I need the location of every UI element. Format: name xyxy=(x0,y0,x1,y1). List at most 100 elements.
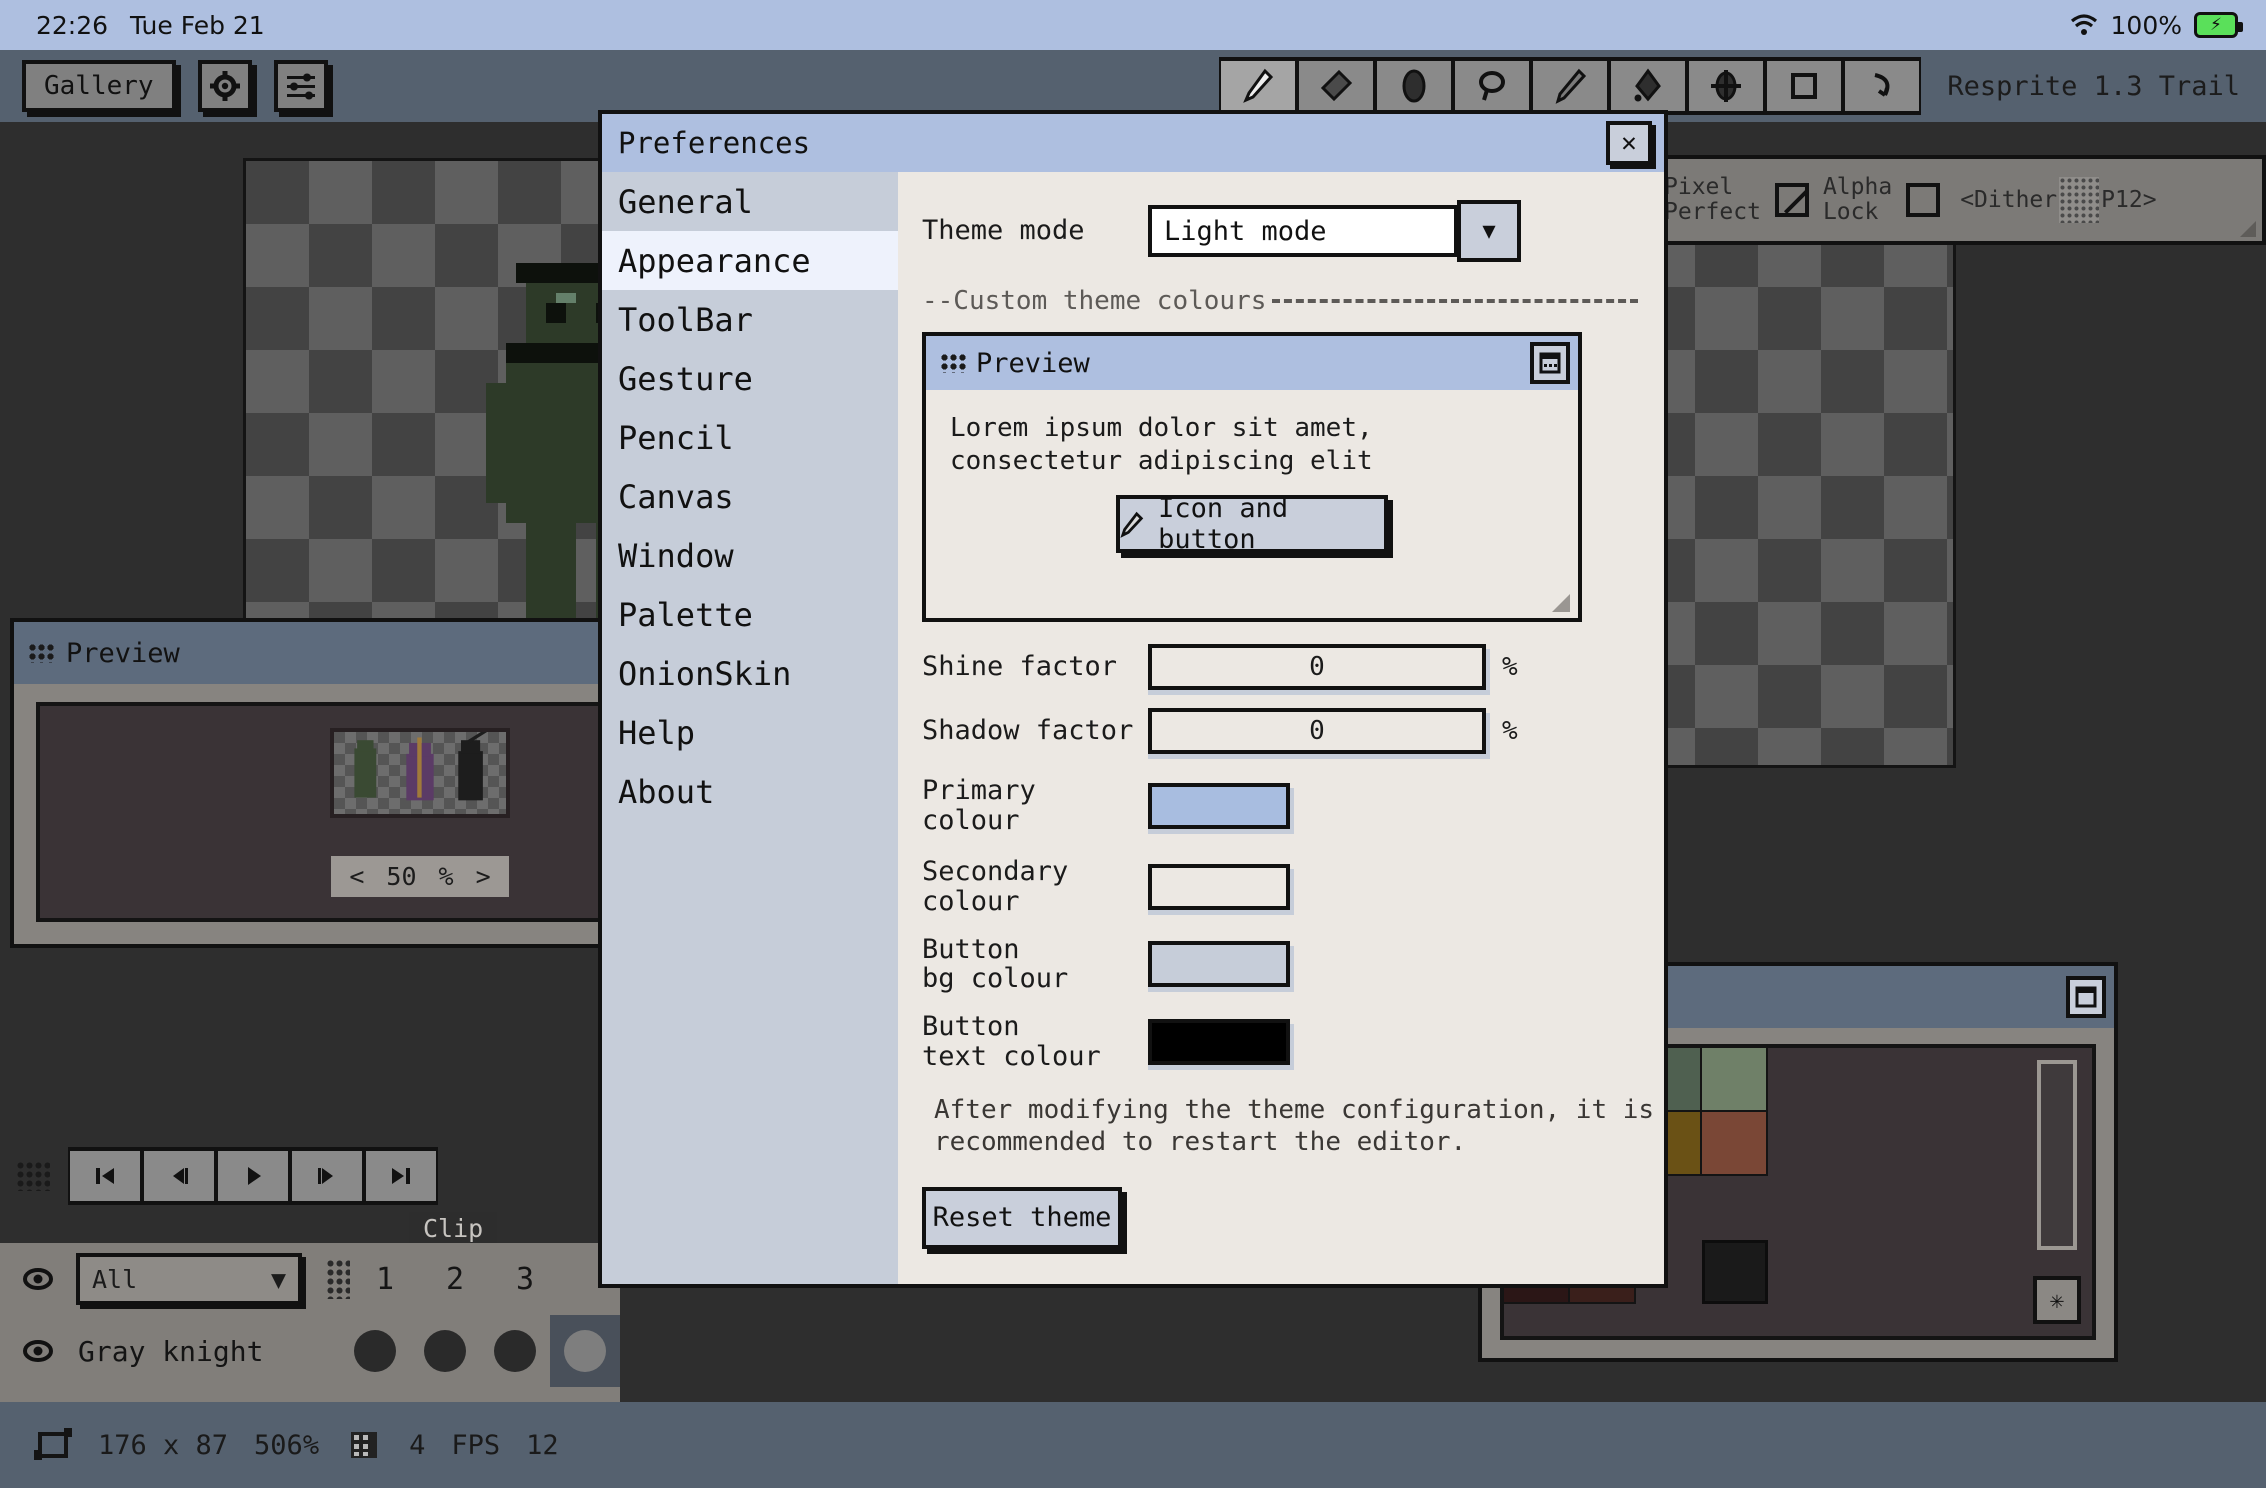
lasso-icon xyxy=(1479,71,1506,101)
undo-tool[interactable] xyxy=(1843,57,1922,115)
playback-grip-icon[interactable] xyxy=(16,1161,50,1191)
resize-grip-icon[interactable] xyxy=(1552,594,1570,612)
theme-mode-label: Theme mode xyxy=(922,215,1085,247)
theme-preview-text: Lorem ipsum dolor sit amet, consectetur … xyxy=(950,413,1373,476)
first-frame-button[interactable] xyxy=(68,1147,142,1205)
pixel-perfect-checkbox[interactable] xyxy=(1774,183,1809,217)
grid-dots-icon[interactable] xyxy=(28,643,54,663)
sidebar-item-about[interactable]: About xyxy=(602,762,898,821)
eraser-tool[interactable] xyxy=(1297,57,1376,115)
timeline-grip-icon[interactable] xyxy=(326,1259,350,1299)
palette-swatch-empty[interactable] xyxy=(1834,1048,1900,1112)
theme-mode-select[interactable]: Light mode xyxy=(1148,205,1458,257)
palette-swatch-empty[interactable] xyxy=(1768,1240,1834,1304)
eraser-icon xyxy=(1321,69,1353,102)
frame-cell[interactable] xyxy=(480,1330,550,1372)
palette-swatch-empty[interactable] xyxy=(1768,1048,1834,1112)
palette-swatch-empty[interactable] xyxy=(1834,1112,1900,1176)
eye-icon xyxy=(23,1268,53,1290)
frame-number[interactable]: 2 xyxy=(420,1262,490,1297)
dither-next-button[interactable]: > xyxy=(2143,187,2157,213)
frame-number[interactable]: 3 xyxy=(490,1262,560,1297)
sidebar-item-window[interactable]: Window xyxy=(602,526,898,585)
dither-pattern-icon[interactable] xyxy=(2059,177,2100,223)
dialog-title: Preferences xyxy=(618,126,811,160)
preview-thumbnail xyxy=(330,727,510,818)
dialog-titlebar[interactable]: Preferences ✕ xyxy=(602,114,1664,172)
shadow-factor-input[interactable]: 0 xyxy=(1148,708,1486,754)
layer-filter-select[interactable]: All ▼ xyxy=(76,1253,302,1305)
palette-swatch-empty[interactable] xyxy=(1768,1176,1834,1240)
last-frame-button[interactable] xyxy=(364,1147,438,1205)
palette-collapse-button[interactable] xyxy=(2066,976,2106,1018)
button-text-colour-swatch[interactable] xyxy=(1148,1018,1290,1065)
sidebar-item-gesture[interactable]: Gesture xyxy=(602,349,898,408)
alpha-lock-checkbox[interactable] xyxy=(1906,183,1941,217)
app-root: 22:26 Tue Feb 21 100% ⚡ Gallery Resprite… xyxy=(0,0,2266,1488)
shine-factor-label: Shine factor xyxy=(922,651,1118,683)
zoom-decrease-button[interactable]: < xyxy=(349,862,364,891)
chevron-down-icon[interactable]: ▼ xyxy=(1457,200,1521,262)
visibility-toggle-all[interactable] xyxy=(22,1266,54,1292)
move-tool[interactable] xyxy=(1687,57,1766,115)
fps-value: 12 xyxy=(526,1429,559,1461)
prev-frame-button[interactable] xyxy=(142,1147,216,1205)
close-icon[interactable]: ✕ xyxy=(1606,121,1652,165)
gallery-button[interactable]: Gallery xyxy=(22,60,176,112)
shadow-factor-label: Shadow factor xyxy=(922,715,1134,747)
reset-theme-button[interactable]: Reset theme xyxy=(922,1186,1122,1249)
canvas-size-icon xyxy=(34,1428,72,1460)
bucket-tool[interactable] xyxy=(1609,57,1688,115)
canvas-dimensions: 176 x 87 xyxy=(98,1429,229,1461)
palette-swatch-empty[interactable] xyxy=(1768,1112,1834,1176)
tool-settings-button[interactable] xyxy=(273,60,328,112)
blur-tool[interactable] xyxy=(1375,57,1454,115)
palette-swatch[interactable] xyxy=(1702,1048,1768,1112)
os-date: Tue Feb 21 xyxy=(130,10,265,40)
brush-tool[interactable] xyxy=(1531,57,1610,115)
sidebar-item-onionskin[interactable]: OnionSkin xyxy=(602,644,898,703)
sidebar-item-palette[interactable]: Palette xyxy=(602,585,898,644)
settings-button[interactable] xyxy=(197,60,252,112)
theme-preview-button[interactable]: Icon and button xyxy=(1116,493,1388,555)
visibility-toggle-layer[interactable] xyxy=(22,1338,54,1364)
lasso-tool[interactable] xyxy=(1453,57,1532,115)
palette-swatch[interactable] xyxy=(1702,1112,1768,1176)
window-icon xyxy=(1539,352,1561,374)
sidebar-item-help[interactable]: Help xyxy=(602,703,898,762)
asterisk-icon[interactable]: ✳ xyxy=(2033,1276,2081,1324)
dither-prev-button[interactable]: < xyxy=(1960,187,1974,213)
palette-swatch-current[interactable] xyxy=(1702,1240,1768,1304)
play-button[interactable] xyxy=(216,1147,290,1205)
resize-grip-icon[interactable] xyxy=(2240,221,2256,237)
layer-name[interactable]: Gray knight xyxy=(78,1335,263,1368)
theme-preview-titlebar[interactable]: Preview xyxy=(926,336,1578,390)
blur-icon xyxy=(1402,69,1426,103)
zoom-increase-button[interactable]: > xyxy=(476,862,491,891)
next-frame-button[interactable] xyxy=(290,1147,364,1205)
shine-factor-input[interactable]: 0 xyxy=(1148,644,1486,690)
pencil-icon xyxy=(1243,68,1274,103)
palette-swatch-empty[interactable] xyxy=(1834,1176,1900,1240)
prev-frame-icon xyxy=(173,1168,188,1184)
clip-tab[interactable]: Clip xyxy=(409,1212,498,1245)
primary-colour-swatch[interactable] xyxy=(1148,782,1290,829)
sidebar-item-general[interactable]: General xyxy=(602,172,898,231)
palette-swatch-empty[interactable] xyxy=(1834,1240,1900,1304)
frame-number[interactable]: 1 xyxy=(350,1262,420,1297)
palette-scrollbar[interactable] xyxy=(2037,1060,2077,1251)
secondary-colour-swatch[interactable] xyxy=(1148,864,1290,911)
frame-cell[interactable] xyxy=(340,1330,410,1372)
palette-swatch-empty[interactable] xyxy=(1702,1176,1768,1240)
pencil-tool[interactable] xyxy=(1219,57,1298,115)
sidebar-item-canvas[interactable]: Canvas xyxy=(602,467,898,526)
frame-cell[interactable] xyxy=(410,1330,480,1372)
last-frame-icon xyxy=(392,1168,410,1184)
sidebar-item-toolbar[interactable]: ToolBar xyxy=(602,290,898,349)
select-rect-tool[interactable] xyxy=(1765,57,1844,115)
frame-cell-selected[interactable] xyxy=(550,1315,620,1387)
sidebar-item-pencil[interactable]: Pencil xyxy=(602,408,898,467)
sidebar-item-appearance[interactable]: Appearance xyxy=(602,231,898,290)
button-bg-colour-swatch[interactable] xyxy=(1148,941,1290,988)
theme-preview-collapse-button[interactable] xyxy=(1530,342,1570,384)
